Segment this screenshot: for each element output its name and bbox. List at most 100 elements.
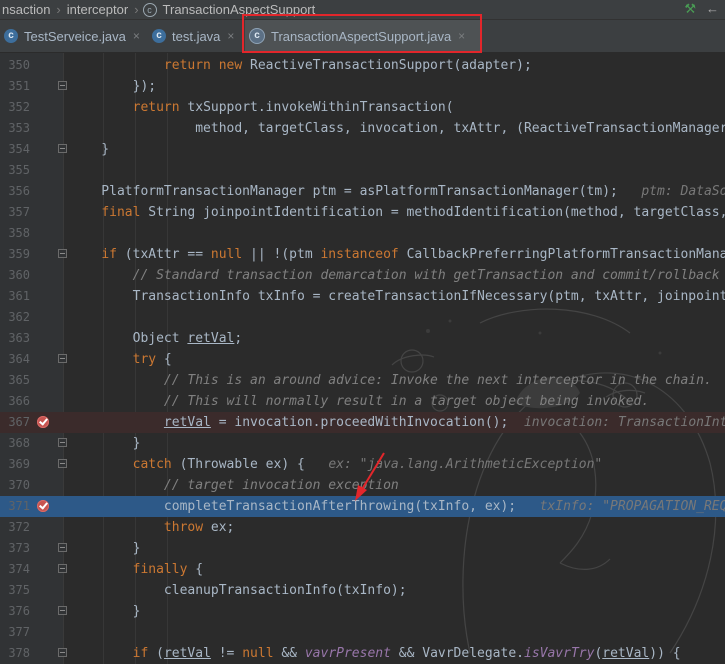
build-hammer-icon[interactable]: ⚒ [684, 1, 696, 17]
code-text[interactable]: if (txAttr == null || !(ptm instanceof C… [70, 244, 725, 265]
code-text[interactable]: } [70, 601, 141, 622]
code-text[interactable]: // target invocation exception [70, 475, 399, 496]
fold-toggle-icon[interactable] [58, 144, 67, 153]
code-line[interactable]: 360 // Standard transaction demarcation … [0, 265, 725, 286]
code-line[interactable]: 368 } [0, 433, 725, 454]
line-number[interactable]: 375 [0, 580, 30, 601]
line-number[interactable]: 361 [0, 286, 30, 307]
code-line[interactable]: 352 return txSupport.invokeWithinTransac… [0, 97, 725, 118]
code-text[interactable]: // This is an around advice: Invoke the … [70, 370, 712, 391]
line-number[interactable]: 354 [0, 139, 30, 160]
line-number[interactable]: 358 [0, 223, 30, 244]
code-text[interactable]: retVal = invocation.proceedWithInvocatio… [70, 412, 725, 433]
line-number[interactable]: 357 [0, 202, 30, 223]
line-number[interactable]: 376 [0, 601, 30, 622]
code-text[interactable]: // This will normally result in a target… [70, 391, 649, 412]
code-line[interactable]: 359 if (txAttr == null || !(ptm instance… [0, 244, 725, 265]
line-number[interactable]: 372 [0, 517, 30, 538]
line-number[interactable]: 364 [0, 349, 30, 370]
code-line[interactable]: 373 } [0, 538, 725, 559]
code-editor[interactable]: 350 return new ReactiveTransactionSuppor… [0, 53, 725, 664]
tab-transactionaspectsupport[interactable]: c TransactionAspectSupport.java × [245, 20, 481, 52]
breadcrumb-item-class[interactable]: TransactionAspectSupport [161, 2, 318, 17]
fold-toggle-icon[interactable] [58, 606, 67, 615]
fold-toggle-icon[interactable] [58, 543, 67, 552]
code-line[interactable]: 374 finally { [0, 559, 725, 580]
code-text[interactable]: Object retVal; [70, 328, 243, 349]
code-text[interactable]: if (retVal != null && vavrPresent && Vav… [70, 643, 681, 664]
code-line[interactable]: 366 // This will normally result in a ta… [0, 391, 725, 412]
line-number[interactable]: 368 [0, 433, 30, 454]
line-number[interactable]: 367 [0, 412, 30, 433]
code-text[interactable]: try { [70, 349, 172, 370]
code-line[interactable]: 358 [0, 223, 725, 244]
fold-toggle-icon[interactable] [58, 648, 67, 657]
code-text[interactable]: cleanupTransactionInfo(txInfo); [70, 580, 407, 601]
code-line[interactable]: 356 PlatformTransactionManager ptm = asP… [0, 181, 725, 202]
breakpoint-icon[interactable] [37, 500, 49, 512]
line-number[interactable]: 377 [0, 622, 30, 643]
code-text[interactable]: finally { [70, 559, 203, 580]
line-number[interactable]: 374 [0, 559, 30, 580]
tab-testserveice[interactable]: c TestServeice.java × [4, 20, 140, 52]
close-icon[interactable]: × [133, 29, 140, 43]
code-text[interactable]: } [70, 139, 109, 160]
line-number[interactable]: 350 [0, 55, 30, 76]
code-text[interactable]: } [70, 538, 141, 559]
code-line[interactable]: 350 return new ReactiveTransactionSuppor… [0, 55, 725, 76]
line-number[interactable]: 359 [0, 244, 30, 265]
code-text[interactable]: // Standard transaction demarcation with… [70, 265, 725, 286]
fold-toggle-icon[interactable] [58, 81, 67, 90]
code-text[interactable]: final String joinpointIdentification = m… [70, 202, 725, 223]
line-number[interactable]: 371 [0, 496, 30, 517]
code-line[interactable]: 376 } [0, 601, 725, 622]
line-number[interactable]: 360 [0, 265, 30, 286]
line-number[interactable]: 353 [0, 118, 30, 139]
line-number[interactable]: 356 [0, 181, 30, 202]
code-line[interactable]: 354 } [0, 139, 725, 160]
code-line[interactable]: 363 Object retVal; [0, 328, 725, 349]
code-line[interactable]: 364 try { [0, 349, 725, 370]
fold-toggle-icon[interactable] [58, 459, 67, 468]
code-line[interactable]: 375 cleanupTransactionInfo(txInfo); [0, 580, 725, 601]
code-text[interactable]: method, targetClass, invocation, txAttr,… [70, 118, 725, 139]
code-line[interactable]: 377 [0, 622, 725, 643]
line-number[interactable]: 362 [0, 307, 30, 328]
navigate-back-icon[interactable]: ← [706, 1, 719, 17]
code-text[interactable]: throw ex; [70, 517, 234, 538]
fold-toggle-icon[interactable] [58, 564, 67, 573]
code-line[interactable]: 369 catch (Throwable ex) { ex: "java.lan… [0, 454, 725, 475]
breadcrumb-item-package[interactable]: nsaction [0, 2, 52, 17]
line-number[interactable]: 355 [0, 160, 30, 181]
code-text[interactable]: catch (Throwable ex) { ex: "java.lang.Ar… [70, 454, 603, 475]
line-number[interactable]: 378 [0, 643, 30, 664]
line-number[interactable]: 373 [0, 538, 30, 559]
fold-toggle-icon[interactable] [58, 438, 67, 447]
code-text[interactable]: PlatformTransactionManager ptm = asPlatf… [70, 181, 725, 202]
line-number[interactable]: 352 [0, 97, 30, 118]
code-line[interactable]: 365 // This is an around advice: Invoke … [0, 370, 725, 391]
breadcrumb-item-interceptor[interactable]: interceptor [65, 2, 130, 17]
code-text[interactable]: }); [70, 76, 156, 97]
tab-test[interactable]: c test.java × [152, 20, 234, 52]
line-number[interactable]: 369 [0, 454, 30, 475]
code-line[interactable]: 351 }); [0, 76, 725, 97]
code-line[interactable]: 371 completeTransactionAfterThrowing(txI… [0, 496, 725, 517]
code-line[interactable]: 353 method, targetClass, invocation, txA… [0, 118, 725, 139]
close-icon[interactable]: × [458, 29, 465, 43]
code-text[interactable]: return txSupport.invokeWithinTransaction… [70, 97, 454, 118]
line-number[interactable]: 370 [0, 475, 30, 496]
close-icon[interactable]: × [227, 29, 234, 43]
line-number[interactable]: 363 [0, 328, 30, 349]
line-number[interactable]: 351 [0, 76, 30, 97]
line-number[interactable]: 365 [0, 370, 30, 391]
code-text[interactable]: completeTransactionAfterThrowing(txInfo,… [70, 496, 725, 517]
code-line[interactable]: 378 if (retVal != null && vavrPresent &&… [0, 643, 725, 664]
code-line[interactable]: 372 throw ex; [0, 517, 725, 538]
code-line[interactable]: 357 final String joinpointIdentification… [0, 202, 725, 223]
code-text[interactable]: return new ReactiveTransactionSupport(ad… [70, 55, 532, 76]
fold-toggle-icon[interactable] [58, 354, 67, 363]
code-line[interactable]: 361 TransactionInfo txInfo = createTrans… [0, 286, 725, 307]
code-text[interactable]: TransactionInfo txInfo = createTransacti… [70, 286, 725, 307]
code-text[interactable]: } [70, 433, 141, 454]
